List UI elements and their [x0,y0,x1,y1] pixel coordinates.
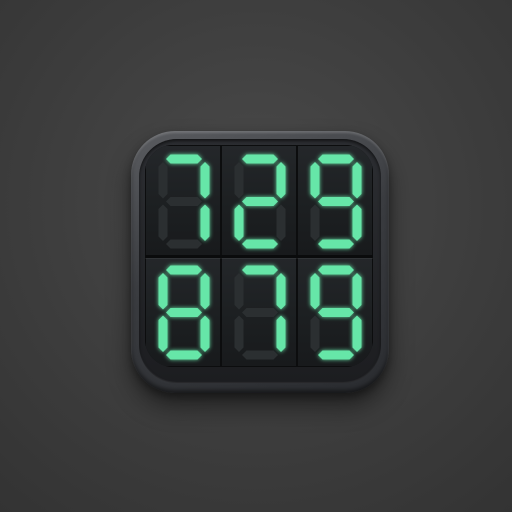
segment-a-lit [166,265,202,275]
segment-e-unlit [310,204,320,241]
segment-d-lit [318,350,354,360]
segment-f-lit [310,273,320,310]
segment-e-unlit [234,315,244,352]
segment-g-lit [242,197,278,206]
segment-b-lit [200,162,210,199]
digit-cell: 9 [297,256,373,367]
segment-e-unlit [310,315,320,352]
row-divider [145,255,373,258]
segment-f-unlit [234,273,244,310]
segment-b-lit [352,162,362,199]
segment-d-lit [318,239,354,249]
segment-g-lit [318,197,354,206]
segment-a-lit [318,154,354,164]
seven-segment-digit [234,265,286,360]
segment-a-lit [166,154,202,164]
segment-c-unlit [276,204,286,241]
segment-g-lit [318,308,354,317]
segment-e-unlit [158,204,168,241]
segment-b-lit [200,273,210,310]
segment-c-lit [276,315,286,352]
segment-b-lit [276,273,286,310]
digital-display-screen: 7 2 9 8 7 9 [145,145,373,367]
seven-segment-digit [310,154,362,249]
seven-segment-digit [158,154,210,249]
digit-cell: 7 [221,256,297,367]
segment-c-lit [352,204,362,241]
segment-a-lit [318,265,354,275]
segment-f-unlit [158,162,168,199]
segment-d-lit [242,239,278,249]
segment-f-unlit [234,162,244,199]
segment-d-unlit [166,239,202,249]
seven-segment-digit [158,265,210,360]
segment-d-unlit [242,350,278,360]
seven-segment-digit [310,265,362,360]
digit-cell: 2 [221,145,297,256]
segment-e-lit [234,204,244,241]
digit-cell: 9 [297,145,373,256]
segment-b-lit [276,162,286,199]
segment-c-lit [200,315,210,352]
segment-c-lit [200,204,210,241]
segment-g-lit [166,308,202,317]
segment-f-lit [158,273,168,310]
segment-d-lit [166,350,202,360]
digit-cell: 7 [145,145,221,256]
segment-a-lit [242,265,278,275]
segment-a-lit [242,154,278,164]
segment-e-lit [158,315,168,352]
digit-cell: 8 [145,256,221,367]
segment-f-lit [310,162,320,199]
segment-g-unlit [242,308,278,317]
segment-g-unlit [166,197,202,206]
segment-c-lit [352,315,362,352]
app-icon[interactable]: 7 2 9 8 7 9 [131,131,389,393]
segment-b-lit [352,273,362,310]
seven-segment-digit [234,154,286,249]
